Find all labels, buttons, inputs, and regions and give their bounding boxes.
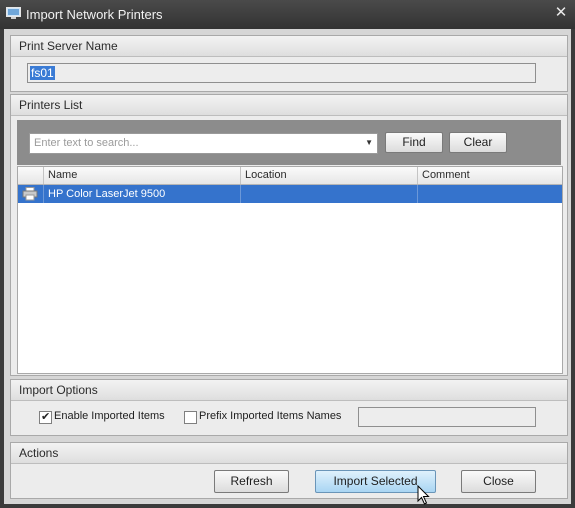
refresh-button[interactable]: Refresh (214, 470, 289, 493)
import-options-group: Import Options ✔ Enable Imported Items P… (10, 379, 568, 436)
column-header-name[interactable]: Name (43, 167, 240, 184)
dialog-body: Print Server Name fs01 Printers List Ent… (4, 29, 571, 504)
grid-header: Name Location Comment (18, 167, 562, 185)
title-bar[interactable]: Import Network Printers ✕ (0, 0, 575, 29)
printer-icon (22, 187, 38, 201)
monitor-icon (6, 7, 21, 19)
check-icon: ✔ (41, 411, 51, 423)
import-network-printers-window: Import Network Printers ✕ Print Server N… (0, 0, 575, 508)
dropdown-arrow-icon[interactable]: ▼ (365, 137, 373, 149)
import-options-header: Import Options (11, 380, 567, 401)
print-server-header: Print Server Name (11, 36, 567, 57)
column-header-comment[interactable]: Comment (417, 167, 562, 184)
close-button[interactable]: Close (461, 470, 536, 493)
prefix-input[interactable] (358, 407, 536, 427)
prefix-imported-items-label[interactable]: Prefix Imported Items Names (199, 410, 341, 422)
search-bar: Enter text to search... ▼ Find Clear (17, 120, 561, 165)
printer-name-cell: HP Color LaserJet 9500 (43, 185, 240, 203)
actions-header: Actions (11, 443, 567, 464)
printer-comment-cell (417, 185, 562, 203)
table-row[interactable]: HP Color LaserJet 9500 (18, 185, 562, 203)
print-server-group: Print Server Name fs01 (10, 35, 568, 92)
window-title: Import Network Printers (26, 7, 163, 22)
close-icon[interactable]: ✕ (553, 5, 569, 21)
clear-button[interactable]: Clear (449, 132, 507, 153)
search-placeholder: Enter text to search... (34, 137, 139, 149)
printers-list-header: Printers List (11, 95, 567, 116)
enable-imported-items-label[interactable]: Enable Imported Items (54, 410, 165, 422)
printer-location-cell (240, 185, 417, 203)
print-server-input[interactable]: fs01 (27, 63, 536, 83)
prefix-imported-items-checkbox[interactable] (184, 411, 197, 424)
printers-list-group: Printers List Enter text to search... ▼ … (10, 94, 568, 376)
search-input[interactable]: Enter text to search... ▼ (29, 133, 378, 154)
print-server-value: fs01 (30, 66, 55, 80)
mouse-cursor-icon (417, 485, 430, 505)
printers-grid[interactable]: Name Location Comment HP Color LaserJet … (17, 166, 563, 374)
find-button[interactable]: Find (385, 132, 443, 153)
printer-row-icon-cell (18, 185, 43, 203)
column-header-location[interactable]: Location (240, 167, 417, 184)
actions-group: Actions Refresh Import Selected Close (10, 442, 568, 499)
enable-imported-items-checkbox[interactable]: ✔ (39, 411, 52, 424)
icon-column-header (18, 167, 43, 184)
